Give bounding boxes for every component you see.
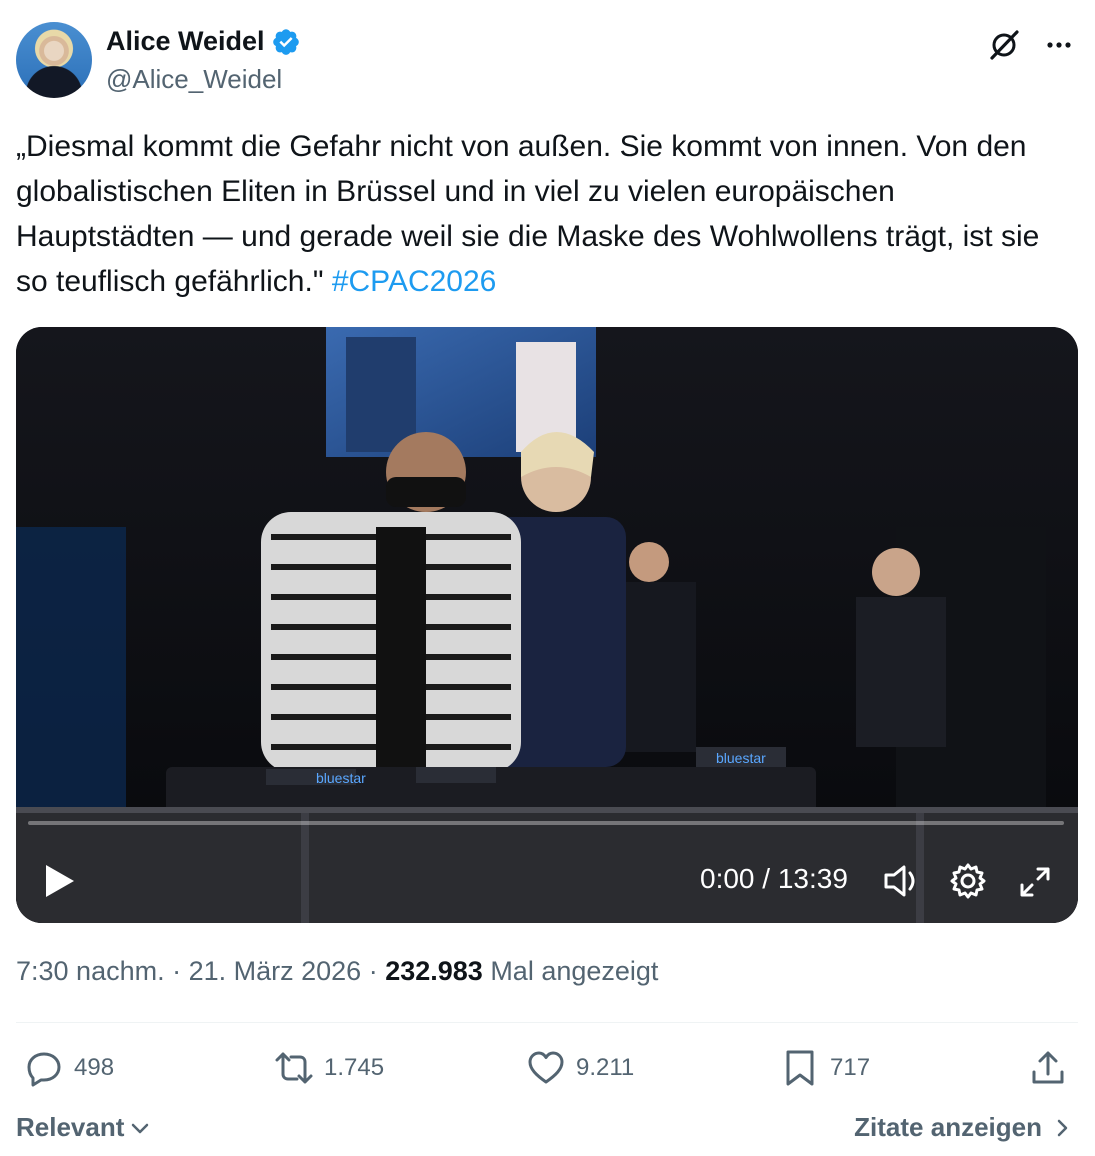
tweet-time[interactable]: 7:30 nachm. [16,956,165,986]
more-options-icon[interactable] [1042,28,1076,62]
author-name-row: Alice Weidel [106,26,301,57]
bookmark-button[interactable]: 717 [780,1044,870,1092]
video-time: 0:00 / 13:39 [700,863,848,894]
author-handle[interactable]: @Alice_Weidel [106,64,282,95]
share-icon [1032,1051,1064,1084]
repost-count: 1.745 [324,1054,385,1081]
tweet-date[interactable]: 21. März 2026 [189,956,362,986]
verified-badge-icon [272,28,299,55]
view-quotes-link[interactable]: Zitate anzeigen [854,1112,1074,1143]
like-button[interactable]: 9.211 [526,1044,634,1092]
tweet-text: „Diesmal kommt die Gefahr nicht von auße… [16,124,1078,304]
author-name[interactable]: Alice Weidel [106,26,265,57]
play-icon[interactable] [40,861,80,901]
view-count: 232.983 [385,956,483,986]
action-bar: 498 1.745 9.211 717 [16,1044,1078,1094]
divider [16,1022,1078,1023]
tweet-header: Alice Weidel @Alice_Weidel [16,22,1078,100]
dj-mixer-brand-text: bluestar [316,770,366,786]
settings-gear-icon[interactable] [948,861,988,901]
quotes-label: Zitate anzeigen [854,1112,1042,1142]
dj-mixer-brand-text-2: bluestar [716,750,766,766]
heart-icon [528,1051,564,1084]
bookmark-count: 717 [830,1054,871,1081]
sort-label: Relevant [16,1112,125,1142]
repost-button[interactable]: 1.745 [274,1044,384,1092]
video-progress-bar[interactable] [28,821,1064,825]
tweet-body: „Diesmal kommt die Gefahr nicht von auße… [16,130,1040,298]
views-label: Mal angezeigt [482,956,659,986]
replies-toolbar: Relevant Zitate anzeigen [16,1108,1078,1148]
meta-separator-2: · [361,956,386,986]
sort-dropdown[interactable]: Relevant [16,1112,152,1143]
fullscreen-icon[interactable] [1016,863,1054,901]
reply-count: 498 [74,1054,115,1081]
bookmark-icon [786,1050,814,1086]
video-frame: bluestar bluestar [16,327,1078,923]
repost-icon [275,1052,313,1084]
chevron-down-icon [132,1123,149,1133]
volume-muted-icon[interactable] [882,863,922,899]
hashtag-link[interactable]: #CPAC2026 [332,265,497,298]
share-button[interactable] [1028,1044,1068,1092]
meta-separator: · [164,956,189,986]
tweet-meta: 7:30 nachm. · 21. März 2026 · 232.983 Ma… [16,956,658,987]
avatar[interactable] [16,22,92,98]
reply-icon [27,1052,61,1087]
like-count: 9.211 [576,1054,635,1081]
video-player[interactable]: bluestar bluestar 0:00 / 13:39 [16,327,1078,923]
grok-icon[interactable] [988,28,1022,62]
chevron-right-icon [1057,1119,1068,1136]
reply-button[interactable]: 498 [24,1044,114,1092]
